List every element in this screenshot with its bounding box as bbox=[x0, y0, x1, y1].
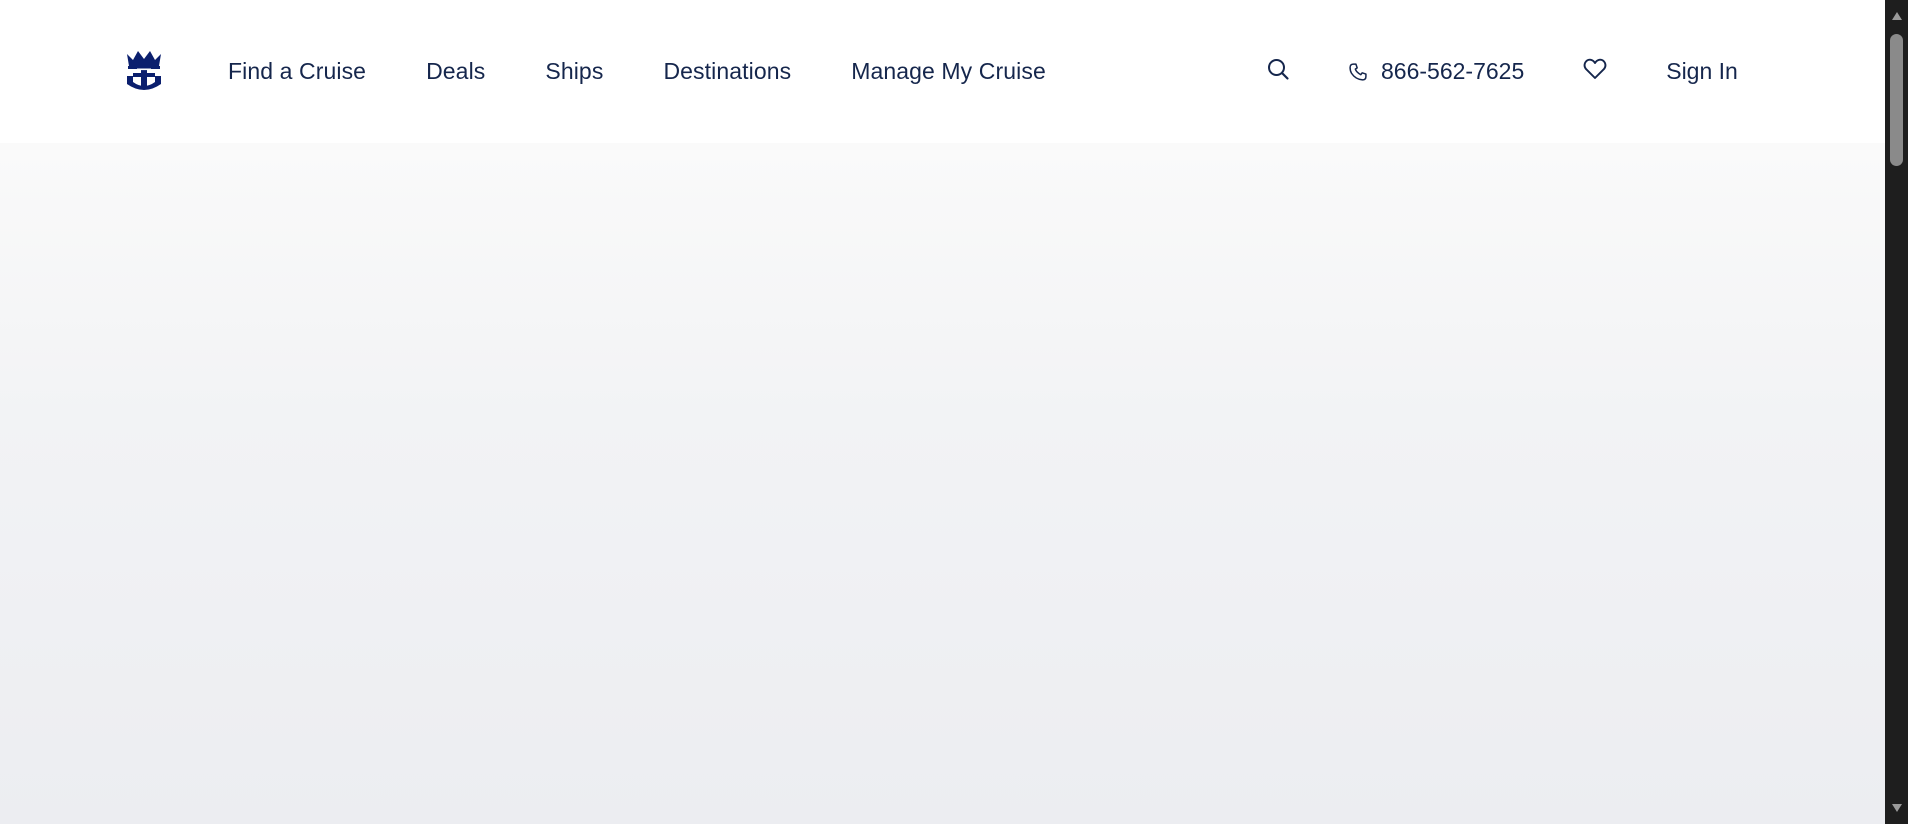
hero-placeholder bbox=[0, 143, 1885, 824]
page-viewport: Find a Cruise Deals Ships Destinations M… bbox=[0, 0, 1885, 824]
heart-icon bbox=[1583, 58, 1607, 85]
search-button[interactable] bbox=[1265, 59, 1291, 85]
royal-caribbean-logo-icon[interactable] bbox=[125, 50, 163, 92]
nav-find-a-cruise[interactable]: Find a Cruise bbox=[228, 58, 366, 85]
phone-link[interactable]: 866-562-7625 bbox=[1347, 58, 1524, 85]
favorites-button[interactable] bbox=[1582, 58, 1608, 85]
scroll-down-arrow-icon[interactable] bbox=[1885, 798, 1908, 818]
nav-ships[interactable]: Ships bbox=[545, 58, 603, 85]
search-icon bbox=[1266, 57, 1290, 86]
phone-number: 866-562-7625 bbox=[1381, 58, 1525, 84]
nav-destinations[interactable]: Destinations bbox=[663, 58, 791, 85]
site-header: Find a Cruise Deals Ships Destinations M… bbox=[0, 0, 1885, 143]
main-nav: Find a Cruise Deals Ships Destinations M… bbox=[228, 0, 1106, 143]
nav-deals[interactable]: Deals bbox=[426, 58, 485, 85]
scroll-up-arrow-icon[interactable] bbox=[1885, 6, 1908, 26]
scrollbar-thumb[interactable] bbox=[1890, 34, 1903, 166]
phone-icon bbox=[1347, 61, 1369, 83]
vertical-scrollbar[interactable] bbox=[1885, 0, 1908, 824]
utility-nav: 866-562-7625 Sign In bbox=[1265, 0, 1738, 143]
nav-manage-my-cruise[interactable]: Manage My Cruise bbox=[851, 58, 1046, 85]
sign-in-link[interactable]: Sign In bbox=[1666, 58, 1738, 85]
